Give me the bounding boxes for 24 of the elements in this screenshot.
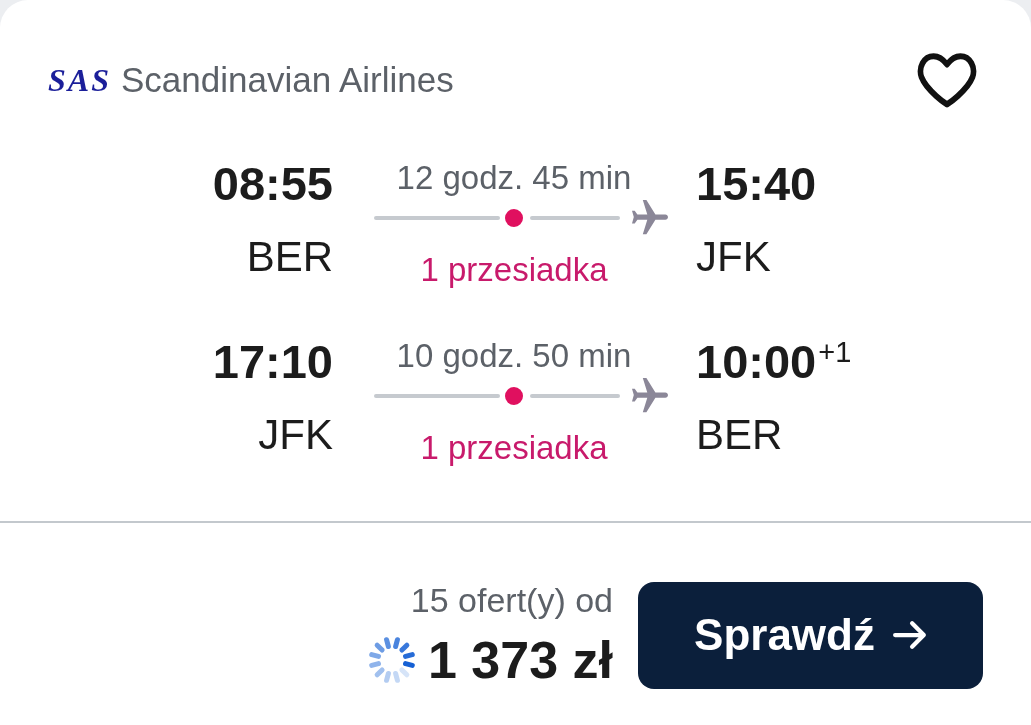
departure-time: 17:10 — [212, 334, 333, 390]
arrival-time: 15:40 — [696, 156, 817, 212]
stops-label: 1 przesiadka — [420, 428, 608, 468]
stops-label: 1 przesiadka — [420, 250, 608, 290]
flight-duration: 10 godz. 50 min — [396, 336, 632, 376]
departure-time: 08:55 — [212, 156, 333, 212]
check-offer-button[interactable]: Sprawdź — [638, 581, 983, 689]
airplane-icon — [632, 200, 668, 236]
price-label: 1 373 zł — [427, 630, 613, 690]
airline-logo: SAS — [48, 64, 111, 96]
stop-dot-icon — [505, 387, 523, 405]
departure-airport: BER — [246, 232, 333, 282]
airplane-icon — [632, 378, 668, 414]
stop-dot-icon — [505, 209, 523, 227]
airline-name: Scandinavian Airlines — [120, 60, 454, 100]
offers-count: 15 ofert(y) od — [410, 580, 613, 620]
arrow-right-icon — [892, 620, 927, 650]
heart-icon[interactable] — [917, 52, 977, 108]
arrival-airport: BER — [696, 410, 783, 460]
arrival-time: 10:00 — [696, 334, 817, 390]
arrival-airport: JFK — [696, 232, 771, 282]
flight-duration: 12 godz. 45 min — [396, 158, 632, 198]
departure-airport: JFK — [258, 410, 333, 460]
day-offset-label: +1 — [818, 337, 852, 367]
